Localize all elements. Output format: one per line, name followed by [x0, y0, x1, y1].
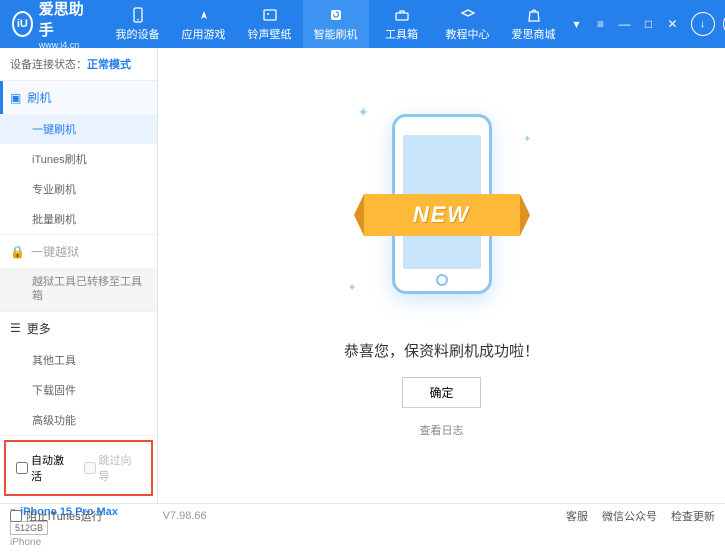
list-icon: ☰ [10, 321, 21, 335]
lock-icon: 🔒 [10, 245, 25, 259]
app-name: 爱思助手 [39, 0, 85, 40]
app-url: www.i4.cn [39, 40, 85, 50]
flash-icon: ▣ [10, 91, 21, 105]
logo-icon: iU [12, 11, 33, 37]
nav-label: 我的设备 [116, 26, 160, 42]
new-banner: NEW [364, 194, 520, 236]
sidebar-flash-header[interactable]: ▣ 刷机 [0, 81, 157, 114]
sidebar-item-pro-flash[interactable]: 专业刷机 [0, 174, 157, 204]
view-log-link[interactable]: 查看日志 [420, 422, 464, 438]
nav-tutorials[interactable]: 教程中心 [435, 0, 501, 48]
sidebar-jailbreak-note: 越狱工具已转移至工具箱 [0, 268, 157, 311]
sidebar-item-advanced[interactable]: 高级功能 [0, 405, 157, 435]
toolbox-icon [393, 6, 411, 24]
graduation-icon [459, 6, 477, 24]
phone-icon [129, 6, 147, 24]
top-nav: 我的设备 应用游戏 铃声壁纸 智能刷机 工具箱 教程中心 爱思商城 [105, 0, 567, 48]
bag-icon [525, 6, 543, 24]
sidebar-item-oneclick-flash[interactable]: 一键刷机 [0, 114, 157, 144]
rocket-icon [195, 6, 213, 24]
header-controls: ▾ ≡ — □ ✕ ↓ [567, 12, 725, 36]
maximize-icon[interactable]: □ [639, 14, 659, 34]
success-illustration: ✦ ✦ ✦ NEW [382, 114, 502, 314]
skip-guide-checkbox[interactable]: 跳过向导 [84, 452, 142, 484]
main-content: ✦ ✦ ✦ NEW 恭喜您，保资料刷机成功啦！ 确定 查看日志 [158, 48, 725, 503]
nav-label: 工具箱 [385, 26, 418, 42]
sidebar-more-header[interactable]: ☰ 更多 [0, 312, 157, 345]
settings-icon[interactable]: ≡ [591, 14, 611, 34]
sidebar-item-download-firmware[interactable]: 下载固件 [0, 375, 157, 405]
nav-label: 铃声壁纸 [248, 26, 292, 42]
close-icon[interactable]: ✕ [663, 14, 683, 34]
auto-activate-checkbox[interactable]: 自动激活 [16, 452, 74, 484]
sidebar-item-batch-flash[interactable]: 批量刷机 [0, 204, 157, 234]
app-header: iU 爱思助手 www.i4.cn 我的设备 应用游戏 铃声壁纸 智能刷机 工具… [0, 0, 725, 48]
sidebar-jailbreak-header[interactable]: 🔒 一键越狱 [0, 235, 157, 268]
nav-apps[interactable]: 应用游戏 [171, 0, 237, 48]
nav-label: 应用游戏 [182, 26, 226, 42]
block-itunes-checkbox[interactable]: 阻止iTunes运行 [10, 508, 103, 524]
nav-toolbox[interactable]: 工具箱 [369, 0, 435, 48]
logo-area: iU 爱思助手 www.i4.cn [0, 0, 97, 50]
footer-link-update[interactable]: 检查更新 [671, 508, 715, 524]
menu-icon[interactable]: ▾ [567, 14, 587, 34]
sidebar-item-other-tools[interactable]: 其他工具 [0, 345, 157, 375]
footer-link-support[interactable]: 客服 [566, 508, 588, 524]
connection-status: 设备连接状态：正常模式 [0, 48, 157, 81]
nav-ringtones[interactable]: 铃声壁纸 [237, 0, 303, 48]
nav-label: 教程中心 [446, 26, 490, 42]
device-type: iPhone [10, 537, 147, 548]
nav-label: 智能刷机 [314, 26, 358, 42]
sidebar: 设备连接状态：正常模式 ▣ 刷机 一键刷机 iTunes刷机 专业刷机 批量刷机… [0, 48, 158, 503]
options-highlighted: 自动激活 跳过向导 [4, 440, 153, 496]
footer-link-wechat[interactable]: 微信公众号 [602, 508, 657, 524]
success-message: 恭喜您，保资料刷机成功啦！ [344, 340, 539, 361]
nav-flash[interactable]: 智能刷机 [303, 0, 369, 48]
image-icon [261, 6, 279, 24]
nav-my-device[interactable]: 我的设备 [105, 0, 171, 48]
status-value: 正常模式 [87, 59, 131, 71]
nav-store[interactable]: 爱思商城 [501, 0, 567, 48]
refresh-icon [327, 6, 345, 24]
version-label: V7.98.66 [163, 510, 207, 522]
download-button[interactable]: ↓ [691, 12, 715, 36]
minimize-icon[interactable]: — [615, 14, 635, 34]
nav-label: 爱思商城 [512, 26, 556, 42]
sidebar-item-itunes-flash[interactable]: iTunes刷机 [0, 144, 157, 174]
ok-button[interactable]: 确定 [402, 377, 480, 408]
